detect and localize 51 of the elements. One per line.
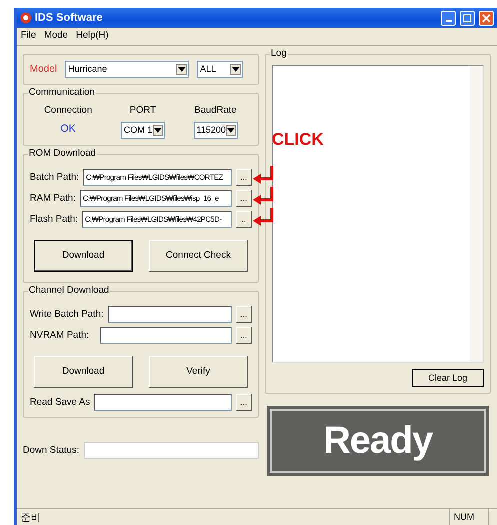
minimize-button[interactable]: [441, 10, 456, 26]
browse-button[interactable]: ...: [236, 169, 252, 186]
browse-button[interactable]: ...: [236, 394, 252, 412]
dropdown-arrow-icon: [227, 128, 236, 134]
baudrate-label: BaudRate: [194, 104, 237, 118]
path-field[interactable]: [100, 327, 232, 344]
model-dropdown[interactable]: Hurricane: [65, 61, 190, 78]
scrollbar[interactable]: [470, 66, 483, 362]
path-field[interactable]: [108, 306, 232, 324]
menu-item[interactable]: File: [21, 29, 36, 44]
dropdown-arrow-icon: [154, 128, 162, 134]
down-status-label: Down Status:: [23, 444, 80, 458]
maximize-icon: [463, 14, 472, 22]
connection-status: OK: [60, 122, 76, 138]
path-label: Flash Path:: [30, 212, 78, 227]
connection-label: Connection: [44, 104, 92, 118]
baudrate-dropdown[interactable]: 115200: [194, 122, 238, 140]
menu-item[interactable]: Help(H): [76, 29, 109, 44]
port-label: PORT: [130, 104, 156, 118]
status-display: Ready: [267, 406, 489, 476]
download-button[interactable]: Verify: [149, 356, 248, 388]
clear-log-button[interactable]: Clear Log: [412, 369, 484, 387]
filter-dropdown[interactable]: ALL: [197, 61, 244, 78]
download-button[interactable]: Download: [34, 240, 133, 272]
click-annotation: CLICK: [272, 131, 324, 149]
close-button[interactable]: [479, 10, 494, 26]
app-icon: [20, 12, 32, 24]
path-label: Read Save As: [30, 396, 90, 410]
download-button[interactable]: Download: [34, 356, 133, 388]
path-label: NVRAM Path:: [30, 328, 90, 343]
model-label: Model: [30, 63, 58, 77]
port-dropdown[interactable]: COM 1: [121, 122, 166, 140]
status-text: 준비: [20, 512, 42, 525]
browse-button[interactable]: ...: [236, 190, 252, 208]
dropdown-arrow-icon: [232, 67, 240, 72]
browse-button[interactable]: ..: [236, 211, 252, 228]
path-label: Write Batch Path:: [30, 308, 104, 322]
group-title: Log: [270, 48, 288, 60]
browse-button[interactable]: ...: [236, 327, 252, 344]
path-label: RAM Path:: [30, 192, 76, 206]
window-title: IDS Software: [35, 10, 103, 26]
maximize-button[interactable]: [460, 10, 475, 26]
num-lock-indicator: NUM: [449, 509, 489, 525]
browse-button[interactable]: ...: [236, 306, 252, 324]
download-button[interactable]: Connect Check: [149, 240, 248, 272]
dropdown-arrow-icon: [178, 67, 186, 72]
close-icon: [482, 14, 491, 22]
path-field[interactable]: [94, 394, 232, 412]
minimize-icon: [446, 20, 452, 22]
menu-item[interactable]: Mode: [44, 29, 68, 44]
path-label: Batch Path:: [30, 170, 80, 185]
